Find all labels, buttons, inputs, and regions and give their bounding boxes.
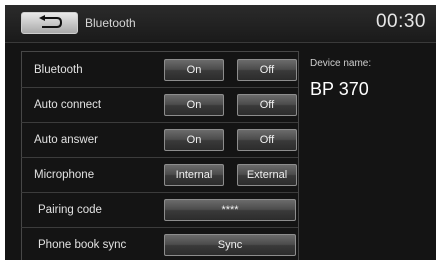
setting-label: Pairing code xyxy=(38,204,102,216)
bluetooth-settings-screen: Bluetooth 00:30 Bluetooth On Off Auto co… xyxy=(5,5,436,260)
setting-row-phone-book-sync: Phone book sync Sync xyxy=(21,228,298,260)
back-arrow-icon xyxy=(39,15,63,28)
setting-label: Phone book sync xyxy=(38,239,127,251)
microphone-internal-button[interactable]: Internal xyxy=(164,164,224,186)
clock: 00:30 xyxy=(375,11,426,32)
setting-row-auto-connect: Auto connect On Off xyxy=(21,88,298,123)
auto-connect-off-button[interactable]: Off xyxy=(237,94,297,116)
setting-row-microphone: Microphone Internal External xyxy=(21,158,298,193)
setting-label: Auto connect xyxy=(34,99,102,111)
setting-row-bluetooth: Bluetooth On Off xyxy=(21,53,298,88)
pairing-code-button[interactable]: **** xyxy=(164,199,296,221)
setting-label: Bluetooth xyxy=(34,64,83,76)
bluetooth-off-button[interactable]: Off xyxy=(237,59,297,81)
top-bar: Bluetooth 00:30 xyxy=(5,5,436,43)
setting-row-pairing-code: Pairing code **** xyxy=(21,193,298,228)
auto-connect-on-button[interactable]: On xyxy=(164,94,224,116)
back-button[interactable] xyxy=(21,12,78,34)
sync-button[interactable]: Sync xyxy=(164,234,296,256)
setting-label: Auto answer xyxy=(34,134,98,146)
page-title: Bluetooth xyxy=(85,16,136,30)
device-name-label: Device name: xyxy=(310,58,372,69)
setting-label: Microphone xyxy=(34,169,95,181)
auto-answer-on-button[interactable]: On xyxy=(164,129,224,151)
setting-row-auto-answer: Auto answer On Off xyxy=(21,123,298,158)
bluetooth-on-button[interactable]: On xyxy=(164,59,224,81)
microphone-external-button[interactable]: External xyxy=(237,164,297,186)
device-name-value: BP 370 xyxy=(310,79,369,99)
auto-answer-off-button[interactable]: Off xyxy=(237,129,297,151)
